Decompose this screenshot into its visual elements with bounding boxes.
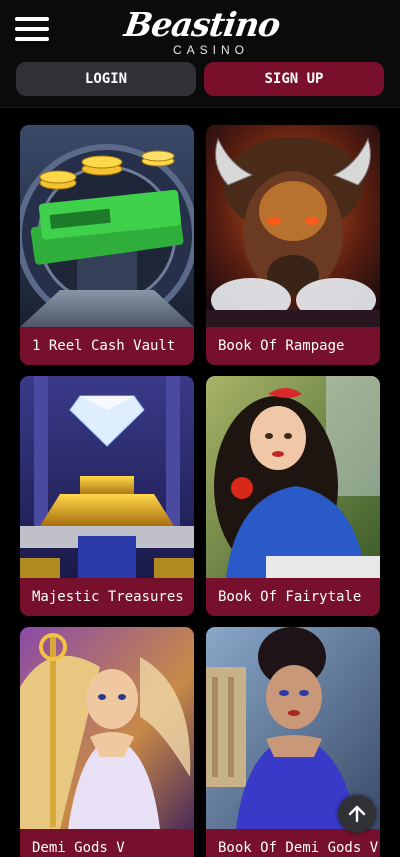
game-card-demi-gods-v[interactable]: Demi Gods V <box>20 627 194 857</box>
game-card-majestic-treasures[interactable]: Majestic Treasures <box>20 376 194 616</box>
goddess-staff-image <box>20 627 194 829</box>
princess-apple-image <box>206 376 380 578</box>
signup-button[interactable]: SIGN UP <box>204 62 384 96</box>
top-header: Beastino CASINO LOGIN SIGN UP <box>0 0 400 108</box>
game-title: Book Of Demi Gods V <box>206 829 380 857</box>
arrow-up-icon <box>348 805 366 823</box>
game-title: Majestic Treasures <box>20 578 194 616</box>
game-title: Book Of Fairytale <box>206 578 380 616</box>
logo-wordmark: Beastino <box>122 5 283 44</box>
brand-logo[interactable]: Beastino CASINO <box>118 5 286 60</box>
logo-subtitle: CASINO <box>172 43 249 57</box>
game-card-book-of-fairytale[interactable]: Book Of Fairytale <box>206 376 380 616</box>
game-title: Demi Gods V <box>20 829 194 857</box>
login-button[interactable]: LOGIN <box>16 62 196 96</box>
diamond-pedestal-image <box>20 376 194 578</box>
vault-money-image <box>20 125 194 327</box>
buffalo-image <box>206 125 380 327</box>
game-card-1-reel-cash-vault[interactable]: 1 Reel Cash Vault <box>20 125 194 365</box>
scroll-to-top-button[interactable] <box>338 795 376 833</box>
game-title: Book Of Rampage <box>206 327 380 365</box>
game-card-book-of-rampage[interactable]: Book Of Rampage <box>206 125 380 365</box>
hamburger-menu-icon[interactable] <box>15 15 49 43</box>
game-title: 1 Reel Cash Vault <box>20 327 194 365</box>
